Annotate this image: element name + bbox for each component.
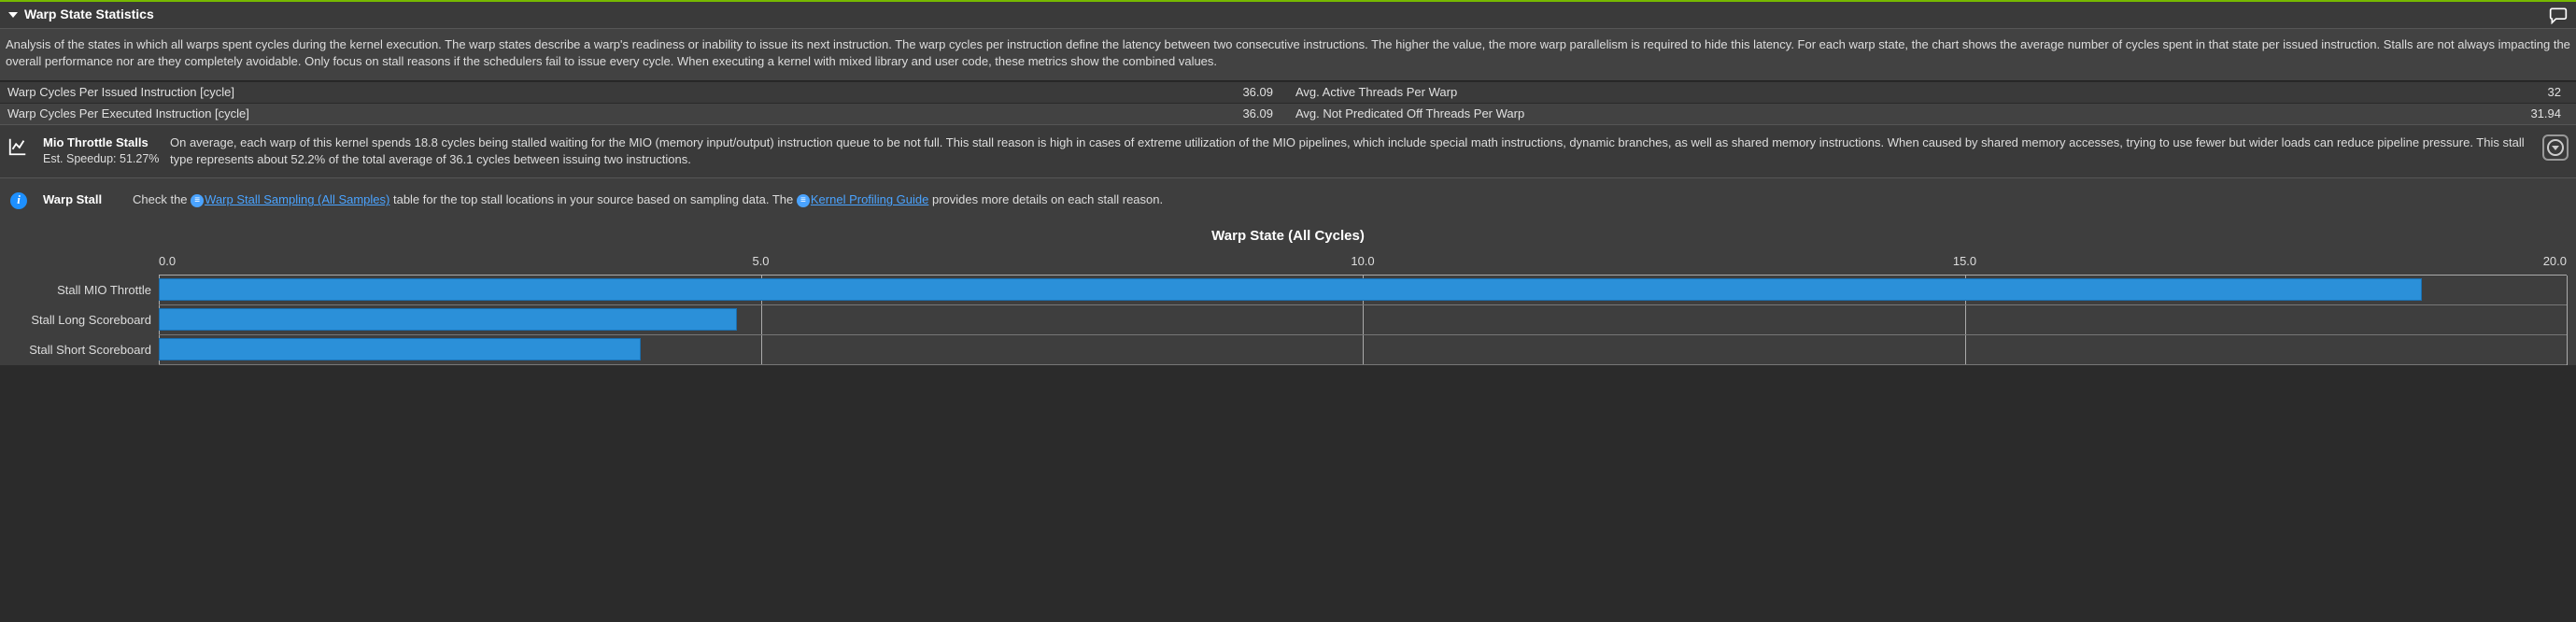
chart-line-icon — [7, 134, 30, 157]
kernel-profiling-guide-link[interactable]: Kernel Profiling Guide — [811, 192, 928, 206]
table-row: Warp Cycles Per Issued Instruction [cycl… — [0, 81, 2576, 103]
chart-title: Warp State (All Cycles) — [9, 222, 2567, 251]
section-description: Analysis of the states in which all warp… — [0, 28, 2576, 80]
metric-label: Avg. Not Predicated Off Threads Per Warp — [1288, 103, 2422, 124]
x-tick: 5.0 — [752, 253, 769, 270]
info-row: i Warp Stall Check the ≡Warp Stall Sampl… — [0, 178, 2576, 216]
y-category-label: Stall Long Scoreboard — [9, 305, 151, 335]
advice-title: Mio Throttle Stalls — [43, 134, 161, 151]
info-body: Check the ≡Warp Stall Sampling (All Samp… — [133, 191, 2569, 208]
link-badge-icon: ≡ — [797, 194, 810, 207]
advice-speedup: Est. Speedup: 51.27% — [43, 151, 161, 168]
advice-body: On average, each warp of this kernel spe… — [170, 134, 2535, 168]
bar-row — [159, 335, 2567, 365]
expand-dropdown-button[interactable] — [2542, 134, 2569, 161]
metric-value: 36.09 — [1134, 81, 1288, 103]
y-category-label: Stall MIO Throttle — [9, 276, 151, 305]
metric-value: 31.94 — [2422, 103, 2576, 124]
info-label: Warp Stall — [30, 191, 133, 208]
comment-icon[interactable] — [2548, 6, 2569, 24]
metric-label: Avg. Active Threads Per Warp — [1288, 81, 2422, 103]
section-header[interactable]: Warp State Statistics — [0, 2, 2576, 28]
info-icon: i — [7, 192, 30, 209]
metrics-table: Warp Cycles Per Issued Instruction [cycl… — [0, 81, 2576, 124]
bar-row — [159, 305, 2567, 335]
link-badge-icon: ≡ — [191, 194, 204, 207]
collapse-icon — [7, 9, 19, 21]
bar — [159, 308, 737, 331]
metric-value: 36.09 — [1134, 103, 1288, 124]
advice-row: Mio Throttle Stalls Est. Speedup: 51.27%… — [0, 124, 2576, 178]
bar-row — [159, 276, 2567, 305]
x-tick: 0.0 — [159, 253, 176, 270]
x-tick: 10.0 — [1351, 253, 1374, 270]
x-tick: 20.0 — [2543, 253, 2567, 270]
y-category-label: Stall Short Scoreboard — [9, 335, 151, 365]
metric-label: Warp Cycles Per Executed Instruction [cy… — [0, 103, 1134, 124]
bar — [159, 278, 2422, 301]
warp-stall-sampling-link[interactable]: Warp Stall Sampling (All Samples) — [205, 192, 389, 206]
metric-value: 32 — [2422, 81, 2576, 103]
section-title: Warp State Statistics — [24, 6, 154, 24]
x-tick: 15.0 — [1953, 253, 1976, 270]
table-row: Warp Cycles Per Executed Instruction [cy… — [0, 103, 2576, 124]
bar — [159, 338, 641, 360]
warp-state-chart: Warp State (All Cycles) Stall MIO Thrott… — [0, 217, 2576, 365]
metric-label: Warp Cycles Per Issued Instruction [cycl… — [0, 81, 1134, 103]
